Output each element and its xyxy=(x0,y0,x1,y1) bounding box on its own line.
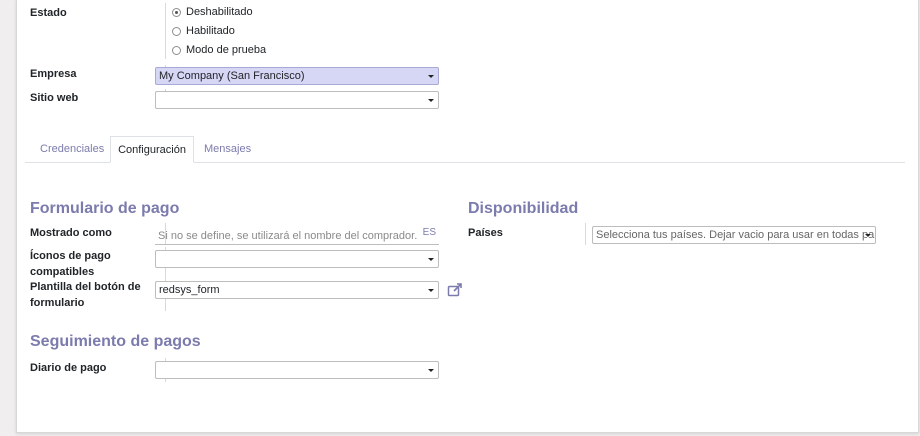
form-sheet: Estado Deshabilitado Habilitado Modo de … xyxy=(16,0,919,433)
diario-label: Diario de pago xyxy=(30,362,107,374)
tab-credenciales[interactable]: Credenciales xyxy=(40,136,104,163)
empresa-select[interactable]: My Company (San Francisco) xyxy=(155,67,439,85)
paises-placeholder: Selecciona tus países. Dejar vacio para … xyxy=(596,229,876,241)
tab-configuracion[interactable]: Configuración xyxy=(110,136,194,163)
radio-unchecked-icon[interactable] xyxy=(172,45,181,55)
caret-down-icon xyxy=(865,234,871,237)
estado-option-deshabilitado[interactable]: Deshabilitado xyxy=(172,4,253,20)
caret-down-icon xyxy=(428,289,434,292)
radio-label: Modo de prueba xyxy=(186,44,267,56)
seguimiento-section-title: Seguimiento de pagos xyxy=(30,333,201,350)
mostrado-como-label: Mostrado como xyxy=(30,227,112,239)
iconos-select[interactable] xyxy=(155,250,439,268)
field-separator xyxy=(585,223,586,245)
mostrado-como-input[interactable]: Si no se define, se utilizará el nombre … xyxy=(155,227,439,245)
plantilla-label-line1: Plantilla del botón de xyxy=(30,281,141,293)
sitio-web-select[interactable] xyxy=(155,91,439,109)
radio-unchecked-icon[interactable] xyxy=(172,26,181,36)
diario-select[interactable] xyxy=(155,361,439,379)
caret-down-icon xyxy=(428,369,434,372)
disponibilidad-section-title: Disponibilidad xyxy=(468,200,579,217)
plantilla-value: redsys_form xyxy=(159,284,220,296)
paises-select[interactable]: Selecciona tus países. Dejar vacio para … xyxy=(592,226,876,244)
plantilla-select[interactable]: redsys_form xyxy=(155,281,439,299)
tab-mensajes[interactable]: Mensajes xyxy=(204,136,251,163)
estado-option-modo-de-prueba[interactable]: Modo de prueba xyxy=(172,42,266,58)
language-badge[interactable]: ES xyxy=(423,224,436,242)
sitio-web-label: Sitio web xyxy=(30,92,79,104)
iconos-label-line1: Íconos de pago xyxy=(30,250,111,262)
caret-down-icon xyxy=(428,99,434,102)
estado-option-habilitado[interactable]: Habilitado xyxy=(172,23,235,39)
estado-label: Estado xyxy=(30,7,67,19)
plantilla-label-line2: formulario xyxy=(30,297,85,309)
field-separator xyxy=(165,3,166,59)
empresa-label: Empresa xyxy=(30,68,77,80)
paises-label: Países xyxy=(468,227,503,239)
external-link-icon[interactable] xyxy=(447,283,464,297)
iconos-label-line2: compatibles xyxy=(30,266,95,278)
radio-checked-icon[interactable] xyxy=(172,7,181,17)
mostrado-como-placeholder: Si no se define, se utilizará el nombre … xyxy=(158,230,418,242)
radio-label: Deshabilitado xyxy=(186,6,253,18)
radio-label: Habilitado xyxy=(186,25,235,37)
caret-down-icon xyxy=(428,258,434,261)
formulario-section-title: Formulario de pago xyxy=(30,200,180,217)
caret-down-icon xyxy=(428,75,434,78)
empresa-value: My Company (San Francisco) xyxy=(159,70,305,82)
